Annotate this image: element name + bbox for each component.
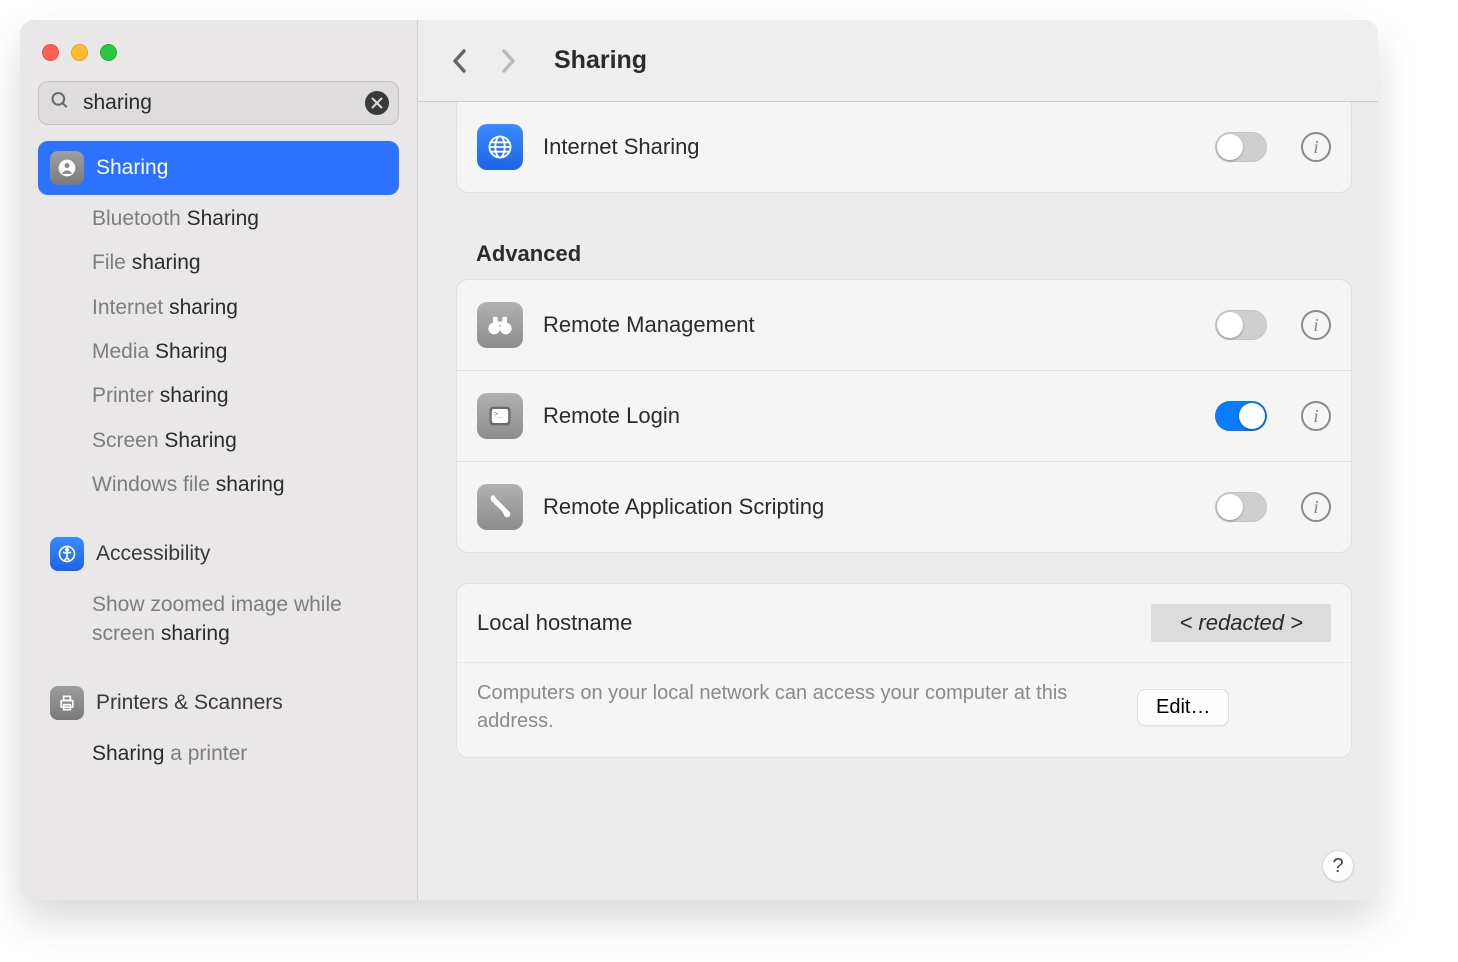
sidebar-sub-file-sharing[interactable]: File sharing bbox=[34, 241, 403, 285]
toggle-remote-app-scripting[interactable] bbox=[1215, 492, 1267, 522]
page-title: Sharing bbox=[554, 46, 647, 75]
terminal-icon: >_ bbox=[477, 393, 523, 439]
clear-search-button[interactable] bbox=[365, 91, 389, 115]
section-header-advanced: Advanced bbox=[456, 223, 1352, 279]
info-button[interactable]: i bbox=[1301, 401, 1331, 431]
sidebar-item-label: Printers & Scanners bbox=[96, 691, 283, 715]
row-remote-app-scripting: Remote Application Scripting i bbox=[457, 461, 1351, 552]
row-remote-management: Remote Management i bbox=[457, 280, 1351, 370]
sidebar-sub-windows-file-sharing[interactable]: Windows file sharing bbox=[34, 463, 403, 507]
fullscreen-window-button[interactable] bbox=[100, 44, 117, 61]
hostname-description: Computers on your local network can acce… bbox=[477, 679, 1117, 735]
sidebar-sub-internet-sharing[interactable]: Internet sharing bbox=[34, 286, 403, 330]
hostname-card: Local hostname < redacted > Computers on… bbox=[456, 583, 1352, 758]
row-remote-login: >_ Remote Login i bbox=[457, 370, 1351, 461]
sidebar-sub-printer-sharing[interactable]: Printer sharing bbox=[34, 374, 403, 418]
advanced-card: Remote Management i >_ Remote Login i bbox=[456, 279, 1352, 553]
toggle-remote-login[interactable] bbox=[1215, 401, 1267, 431]
sidebar-item-printers[interactable]: Printers & Scanners bbox=[38, 676, 399, 730]
help-button[interactable]: ? bbox=[1322, 850, 1354, 882]
row-label: Remote Application Scripting bbox=[543, 494, 1195, 520]
binoculars-icon bbox=[477, 302, 523, 348]
sidebar-sub-media-sharing[interactable]: Media Sharing bbox=[34, 330, 403, 374]
search-container bbox=[38, 81, 399, 125]
row-local-hostname: Local hostname < redacted > bbox=[457, 584, 1351, 663]
sidebar-sub-zoomed-image[interactable]: Show zoomed image while screen sharing bbox=[34, 583, 403, 656]
sidebar-item-accessibility[interactable]: Accessibility bbox=[38, 527, 399, 581]
search-icon bbox=[50, 91, 70, 116]
hostname-label: Local hostname bbox=[477, 610, 1139, 636]
sidebar-sub-sharing-printer[interactable]: Sharing a printer bbox=[34, 732, 403, 776]
close-window-button[interactable] bbox=[42, 44, 59, 61]
info-button[interactable]: i bbox=[1301, 492, 1331, 522]
globe-icon bbox=[477, 124, 523, 170]
toggle-remote-management[interactable] bbox=[1215, 310, 1267, 340]
titlebar: Sharing bbox=[418, 20, 1378, 102]
sidebar-item-label: Accessibility bbox=[96, 542, 210, 566]
svg-text:>_: >_ bbox=[494, 410, 503, 418]
search-input[interactable] bbox=[38, 81, 399, 125]
hostname-description-row: Computers on your local network can acce… bbox=[457, 663, 1351, 757]
script-icon bbox=[477, 484, 523, 530]
sidebar-sub-screen-sharing[interactable]: Screen Sharing bbox=[34, 419, 403, 463]
forward-button[interactable] bbox=[494, 41, 522, 81]
sidebar-item-sharing[interactable]: Sharing bbox=[38, 141, 399, 195]
info-button[interactable]: i bbox=[1301, 132, 1331, 162]
sidebar-sub-bluetooth-sharing[interactable]: Bluetooth Sharing bbox=[34, 197, 403, 241]
sidebar: Sharing Bluetooth Sharing File sharing I… bbox=[20, 20, 418, 900]
info-button[interactable]: i bbox=[1301, 310, 1331, 340]
accessibility-icon bbox=[50, 537, 84, 571]
row-label: Remote Login bbox=[543, 403, 1195, 429]
minimize-window-button[interactable] bbox=[71, 44, 88, 61]
content-scroll[interactable]: Internet Sharing i Advanced Remote Manag… bbox=[418, 102, 1378, 900]
edit-hostname-button[interactable]: Edit… bbox=[1137, 689, 1229, 726]
internet-sharing-card: Internet Sharing i bbox=[456, 102, 1352, 193]
row-internet-sharing: Internet Sharing i bbox=[457, 102, 1351, 192]
sidebar-item-label: Sharing bbox=[96, 156, 168, 180]
sidebar-list: Sharing Bluetooth Sharing File sharing I… bbox=[34, 139, 403, 900]
system-settings-window: Sharing Bluetooth Sharing File sharing I… bbox=[20, 20, 1378, 900]
printer-icon bbox=[50, 686, 84, 720]
window-controls bbox=[34, 40, 403, 81]
row-label: Remote Management bbox=[543, 312, 1195, 338]
row-label: Internet Sharing bbox=[543, 134, 1195, 160]
hostname-value: < redacted > bbox=[1151, 604, 1331, 642]
toggle-internet-sharing[interactable] bbox=[1215, 132, 1267, 162]
back-button[interactable] bbox=[446, 41, 474, 81]
sharing-icon bbox=[50, 151, 84, 185]
main-pane: Sharing Internet Sharing i Advanced bbox=[418, 20, 1378, 900]
